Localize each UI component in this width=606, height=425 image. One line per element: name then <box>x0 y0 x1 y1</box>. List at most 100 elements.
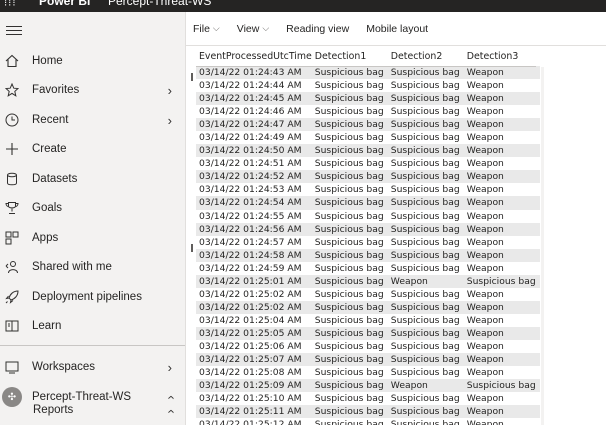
table-row[interactable]: 03/14/22 01:24:54 AM Suspicious bag Suspic… <box>196 196 540 210</box>
sidebar-item-home[interactable]: Home <box>0 48 185 74</box>
table-cell: Suspicious bag <box>387 79 464 93</box>
table-cell: Suspicious bag <box>387 66 464 80</box>
column-header[interactable]: EventProcessedUtcTime <box>196 47 312 66</box>
table-row[interactable]: 03/14/22 01:24:58 AM Suspicious bag Suspic… <box>196 248 540 262</box>
sidebar-item-label: Shared with me <box>32 261 112 273</box>
table-row[interactable]: 03/14/22 01:25:09 AM Suspicious bag Weapon… <box>196 379 540 393</box>
table-row[interactable]: 03/14/22 01:25:12 AM Suspicious bag Suspic… <box>196 418 540 425</box>
hamburger-menu-icon[interactable] <box>6 26 22 38</box>
table-cell: Suspicious bag <box>311 131 388 145</box>
table-cell: Suspicious bag <box>311 183 388 197</box>
column-header[interactable]: Detection2 <box>388 47 464 66</box>
table-cell: Suspicious bag <box>387 118 464 132</box>
resize-handle-top[interactable] <box>191 73 193 81</box>
table-cell: Weapon <box>463 157 540 171</box>
table-row[interactable]: 03/14/22 01:24:51 AM Suspicious bag Suspic… <box>196 157 540 171</box>
table-cell: Suspicious bag <box>463 274 540 288</box>
table-cell: Suspicious bag <box>387 405 464 419</box>
brand-name[interactable]: Power BI <box>39 0 90 8</box>
table-row[interactable]: 03/14/22 01:24:45 AM Suspicious bag Suspic… <box>196 92 540 106</box>
table-cell: 03/14/22 01:25:02 AM <box>196 287 312 301</box>
table-row[interactable]: 03/14/22 01:24:49 AM Suspicious bag Suspic… <box>196 131 540 145</box>
table-row[interactable]: 03/14/22 01:25:01 AM Suspicious bag Weapon… <box>196 274 540 288</box>
table-row[interactable]: 03/14/22 01:25:06 AM Suspicious bag Suspic… <box>196 339 540 354</box>
chevron-up-icon[interactable]: › <box>162 409 177 413</box>
sidebar-item-favorites[interactable]: Favorites › <box>0 77 185 103</box>
column-header[interactable]: Detection3 <box>464 47 540 66</box>
table-cell: Suspicious bag <box>387 418 464 425</box>
table-row[interactable]: 03/14/22 01:24:43 AM Suspicious bag Suspic… <box>196 66 540 80</box>
sidebar-item-shared-with-me[interactable]: Shared with me <box>0 254 185 280</box>
table-cell: Suspicious bag <box>311 235 388 249</box>
table-row[interactable]: 03/14/22 01:25:05 AM Suspicious bag Suspic… <box>196 326 540 340</box>
table-row[interactable]: 03/14/22 01:25:10 AM Suspicious bag Suspic… <box>196 392 540 406</box>
table-cell: Weapon <box>463 287 540 301</box>
table-row[interactable]: 03/14/22 01:25:04 AM Suspicious bag Suspic… <box>196 313 540 327</box>
table-scrollbar[interactable] <box>541 67 544 425</box>
sidebar-item-reports[interactable]: Reports › <box>0 402 185 418</box>
table-row[interactable]: 03/14/22 01:24:50 AM Suspicious bag Suspic… <box>196 144 540 158</box>
table-cell: Suspicious bag <box>311 313 388 327</box>
table-row[interactable]: 03/14/22 01:24:53 AM Suspicious bag Suspic… <box>196 183 540 197</box>
sidebar-item-datasets[interactable]: Datasets <box>0 166 185 192</box>
table-header-row: EventProcessedUtcTime Detection1 Detecti… <box>196 47 540 66</box>
table-cell: 03/14/22 01:25:07 AM <box>196 353 312 367</box>
table-cell: Weapon <box>387 274 464 288</box>
table-visual[interactable]: EventProcessedUtcTime Detection1 Detecti… <box>196 47 541 425</box>
header-workspace-title[interactable]: Percept-Threat-WS <box>108 0 211 8</box>
table-row[interactable]: 03/14/22 01:24:52 AM Suspicious bag Suspic… <box>196 170 540 184</box>
table-row[interactable]: 03/14/22 01:25:02 AM Suspicious bag Suspic… <box>196 287 540 301</box>
table-row[interactable]: 03/14/22 01:25:11 AM Suspicious bag Suspic… <box>196 405 540 419</box>
table-cell: Suspicious bag <box>311 392 388 406</box>
table-cell: Suspicious bag <box>387 326 464 340</box>
table-cell: Weapon <box>463 144 540 158</box>
view-menu-button[interactable]: View ⌵ <box>237 23 269 35</box>
chevron-right-icon[interactable]: › <box>168 83 172 98</box>
sidebar-item-deployment-pipelines[interactable]: Deployment pipelines <box>0 284 185 310</box>
table-row[interactable]: 03/14/22 01:24:57 AM Suspicious bag Suspic… <box>196 235 540 249</box>
column-header[interactable]: Detection1 <box>312 47 388 66</box>
file-menu-button[interactable]: File ⌵ <box>193 23 220 35</box>
sidebar-item-label: Recent <box>32 114 69 126</box>
table-row[interactable]: 03/14/22 01:24:44 AM Suspicious bag Suspic… <box>196 79 540 93</box>
sidebar-item-label: Datasets <box>32 173 78 185</box>
table-cell: Suspicious bag <box>463 379 540 393</box>
table-row[interactable]: 03/14/22 01:24:59 AM Suspicious bag Suspic… <box>196 261 540 275</box>
sidebar-item-recent[interactable]: Recent › <box>0 107 185 133</box>
chevron-up-icon[interactable]: › <box>162 395 177 399</box>
table-cell: Weapon <box>463 170 540 184</box>
clock-icon <box>4 112 20 128</box>
sidebar-item-workspaces[interactable]: Workspaces › <box>0 354 185 380</box>
table-cell: 03/14/22 01:25:04 AM <box>196 313 312 327</box>
table-cell: Weapon <box>463 313 540 327</box>
sidebar-item-learn[interactable]: Learn <box>0 313 185 339</box>
apps-icon <box>4 230 20 246</box>
table-row[interactable]: 03/14/22 01:24:56 AM Suspicious bag Suspic… <box>196 222 540 236</box>
data-table: EventProcessedUtcTime Detection1 Detecti… <box>196 47 540 425</box>
table-row[interactable]: 03/14/22 01:25:02 AM Suspicious bag Suspic… <box>196 300 540 314</box>
table-cell: Suspicious bag <box>387 235 464 249</box>
table-cell: Suspicious bag <box>387 353 464 367</box>
reading-view-button[interactable]: Reading view <box>286 23 349 35</box>
chevron-right-icon[interactable]: › <box>168 360 172 375</box>
table-cell: Suspicious bag <box>311 209 388 223</box>
sidebar-item-apps[interactable]: Apps <box>0 225 185 251</box>
table-row[interactable]: 03/14/22 01:24:47 AM Suspicious bag Suspic… <box>196 118 540 132</box>
app-launcher-icon[interactable]: ⁝⁝⁝ <box>4 0 17 9</box>
table-cell: Weapon <box>463 131 540 145</box>
table-cell: 03/14/22 01:25:11 AM <box>196 405 312 419</box>
table-row[interactable]: 03/14/22 01:24:55 AM Suspicious bag Suspic… <box>196 209 540 223</box>
table-row[interactable]: 03/14/22 01:24:46 AM Suspicious bag Suspic… <box>196 105 540 119</box>
table-row[interactable]: 03/14/22 01:25:07 AM Suspicious bag Suspic… <box>196 353 540 367</box>
table-row[interactable]: 03/14/22 01:25:08 AM Suspicious bag Suspic… <box>196 366 540 380</box>
mobile-layout-button[interactable]: Mobile layout <box>366 23 428 35</box>
resize-handle-middle[interactable] <box>191 244 193 252</box>
sidebar: Home Favorites › Recent › Create Dataset… <box>0 12 186 425</box>
table-cell: Suspicious bag <box>311 300 388 314</box>
chevron-right-icon[interactable]: › <box>168 113 172 128</box>
sidebar-item-label: Goals <box>32 202 63 214</box>
table-cell: 03/14/22 01:24:56 AM <box>196 222 312 236</box>
sidebar-item-create[interactable]: Create <box>0 136 185 162</box>
sidebar-item-goals[interactable]: Goals <box>0 195 185 221</box>
table-cell: Weapon <box>463 339 540 354</box>
